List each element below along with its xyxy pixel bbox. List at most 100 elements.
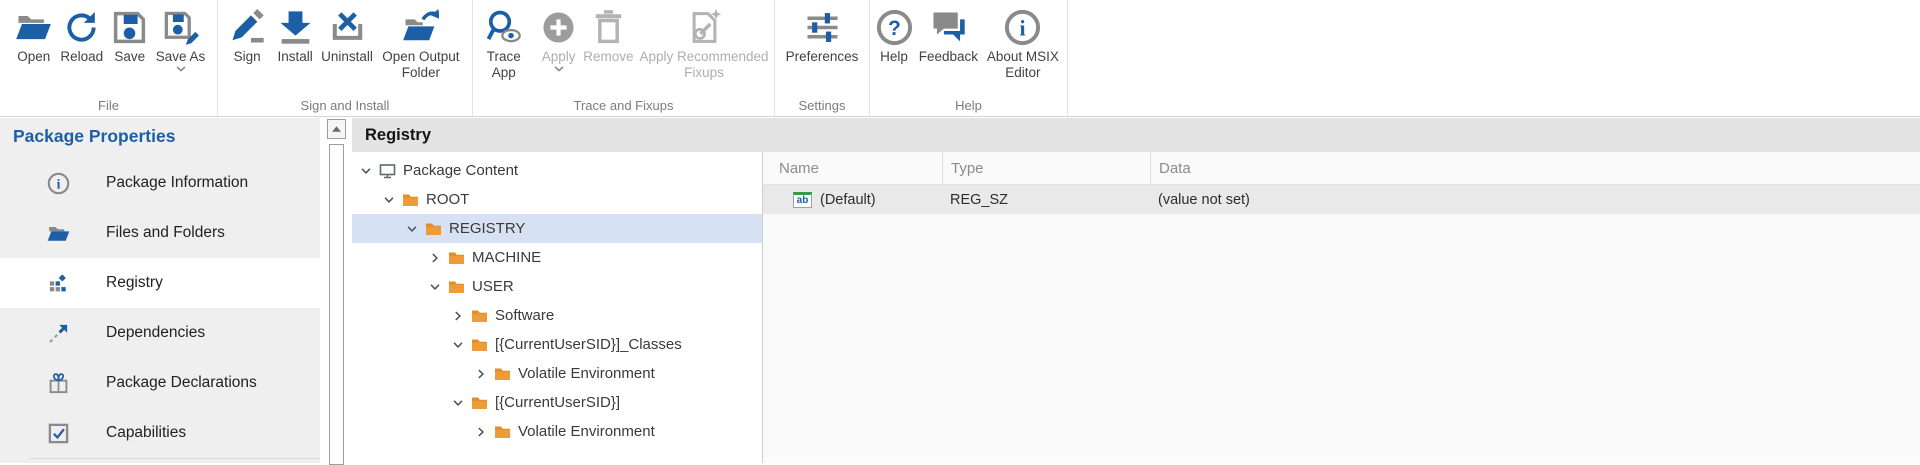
folder-icon: [448, 279, 465, 295]
scroll-up-icon: [332, 126, 341, 132]
main-panel: Registry Package Content ROOT REGISTRY M…: [352, 118, 1920, 463]
ribbon-button-open[interactable]: Open: [10, 5, 58, 65]
column-header-data[interactable]: Data: [1150, 152, 1920, 184]
column-header-type[interactable]: Type: [942, 152, 1150, 184]
chevron-down-icon[interactable]: [450, 395, 466, 411]
sidebar-item-package-information[interactable]: i Package Information: [0, 158, 320, 208]
folder-icon: [471, 337, 488, 353]
chevron-right-icon[interactable]: [473, 424, 489, 440]
folder-icon: [471, 395, 488, 411]
info-icon: i: [46, 171, 70, 195]
dependencies-icon: [46, 321, 70, 345]
open-folder-icon: [15, 5, 52, 49]
ribbon-button-sign[interactable]: Sign: [223, 5, 271, 65]
chevron-right-icon[interactable]: [450, 308, 466, 324]
capabilities-icon: [46, 421, 70, 445]
chevron-down-icon[interactable]: [381, 192, 397, 208]
svg-text:i: i: [56, 176, 60, 191]
tree-row-volatile-environment[interactable]: Volatile Environment: [352, 359, 762, 388]
tree-row-package-content[interactable]: Package Content: [352, 156, 762, 185]
table-header: Name Type Data: [763, 152, 1920, 185]
save-icon: [111, 5, 148, 49]
value-type-cell: REG_SZ: [942, 192, 1150, 208]
preferences-icon: [804, 5, 841, 49]
ribbon-button-reload[interactable]: Reload: [58, 5, 106, 65]
dropdown-chevron-icon[interactable]: [554, 66, 564, 76]
sidebar-title: Package Properties: [0, 118, 320, 158]
trace-app-icon: [485, 5, 522, 49]
apply-icon: [540, 5, 577, 49]
ribbon-button-install[interactable]: Install: [271, 5, 319, 65]
ribbon-group-label: Settings: [775, 98, 869, 113]
sidebar-item-dependencies[interactable]: Dependencies: [0, 308, 320, 358]
sign-icon: [229, 5, 266, 49]
uninstall-icon: [329, 5, 366, 49]
sidebar: Package Properties i Package Information…: [0, 118, 320, 463]
ribbon-button-uninstall[interactable]: Uninstall: [319, 5, 375, 65]
ribbon-group-help: ? Help Feedback i About MSIX Editor Help: [870, 0, 1068, 116]
files-folder-icon: [46, 221, 70, 245]
ribbon-button-apply[interactable]: Apply: [535, 5, 583, 76]
ribbon-group-settings: Preferences Settings: [775, 0, 870, 116]
feedback-icon: [930, 5, 967, 49]
main-body: Package Content ROOT REGISTRY MACHINE US…: [352, 152, 1920, 463]
tree-row-user[interactable]: USER: [352, 272, 762, 301]
ribbon-button-save-as[interactable]: Save As: [154, 5, 208, 76]
chevron-down-icon[interactable]: [358, 163, 374, 179]
chevron-down-icon[interactable]: [450, 337, 466, 353]
ribbon-group-label: Trace and Fixups: [473, 98, 774, 113]
value-name-cell: ab (Default): [763, 192, 942, 208]
ribbon-button-help[interactable]: ? Help: [870, 5, 918, 65]
ribbon-group-sign-and-install: Sign Install Uninstall Open Output Folde…: [218, 0, 473, 116]
ribbon-group-label: File: [0, 98, 217, 113]
help-icon: ?: [876, 5, 913, 49]
ribbon-button-open-output-folder[interactable]: Open Output Folder: [375, 5, 467, 81]
ribbon-group-label: Help: [870, 98, 1067, 113]
table-row[interactable]: ab (Default) REG_SZ (value not set): [763, 185, 1920, 214]
tree-row-root[interactable]: ROOT: [352, 185, 762, 214]
declarations-icon: [46, 371, 70, 395]
tree-row-currentusersid[interactable]: [{CurrentUserSID}]: [352, 388, 762, 417]
tree-row-volatile-environment[interactable]: Volatile Environment: [352, 417, 762, 446]
value-data-cell: (value not set): [1150, 192, 1920, 208]
chevron-down-icon[interactable]: [404, 221, 420, 237]
sidebar-item-registry[interactable]: Registry: [0, 258, 320, 308]
chevron-right-icon[interactable]: [427, 250, 443, 266]
chevron-down-icon[interactable]: [427, 279, 443, 295]
ribbon-button-apply-recommended-fixups[interactable]: Apply Recommended Fixups: [634, 5, 774, 81]
sidebar-item-capabilities[interactable]: Capabilities: [0, 408, 320, 458]
save-as-icon: [162, 5, 199, 49]
content-area: Package Properties i Package Information…: [0, 118, 1920, 463]
folder-icon: [471, 308, 488, 324]
tree-row-registry[interactable]: REGISTRY: [352, 214, 762, 243]
ribbon-button-save[interactable]: Save: [106, 5, 154, 65]
tree-row-currentusersid-classes[interactable]: [{CurrentUserSID}]_Classes: [352, 330, 762, 359]
ribbon-button-feedback[interactable]: Feedback: [918, 5, 979, 65]
registry-tree: Package Content ROOT REGISTRY MACHINE US…: [352, 152, 763, 463]
scrollbar-thumb[interactable]: [329, 144, 344, 465]
ribbon-button-remove[interactable]: Remove: [583, 5, 634, 65]
registry-icon: [46, 271, 70, 295]
sidebar-item-files-and-folders[interactable]: Files and Folders: [0, 208, 320, 258]
fixups-icon: [686, 5, 723, 49]
ribbon-group-label: Sign and Install: [218, 98, 472, 113]
column-header-name[interactable]: Name: [763, 152, 942, 184]
ribbon-button-about-msix-editor[interactable]: i About MSIX Editor: [979, 5, 1067, 81]
vertical-scrollbar[interactable]: [320, 118, 352, 463]
monitor-icon: [379, 163, 396, 179]
chevron-right-icon[interactable]: [473, 366, 489, 382]
page-title: Registry: [352, 118, 1920, 152]
dropdown-chevron-icon[interactable]: [176, 66, 186, 76]
remove-icon: [590, 5, 627, 49]
ribbon-button-preferences[interactable]: Preferences: [776, 5, 868, 65]
tree-row-software[interactable]: Software: [352, 301, 762, 330]
sidebar-items: i Package Information Files and Folders …: [0, 158, 320, 458]
folder-icon: [494, 366, 511, 382]
folder-icon: [425, 221, 442, 237]
scroll-up-button[interactable]: [327, 119, 346, 139]
tree-row-machine[interactable]: MACHINE: [352, 243, 762, 272]
svg-text:i: i: [1020, 15, 1026, 40]
sidebar-divider: [30, 458, 320, 459]
sidebar-item-package-declarations[interactable]: Package Declarations: [0, 358, 320, 408]
ribbon-button-trace-app[interactable]: Trace App: [473, 5, 535, 81]
